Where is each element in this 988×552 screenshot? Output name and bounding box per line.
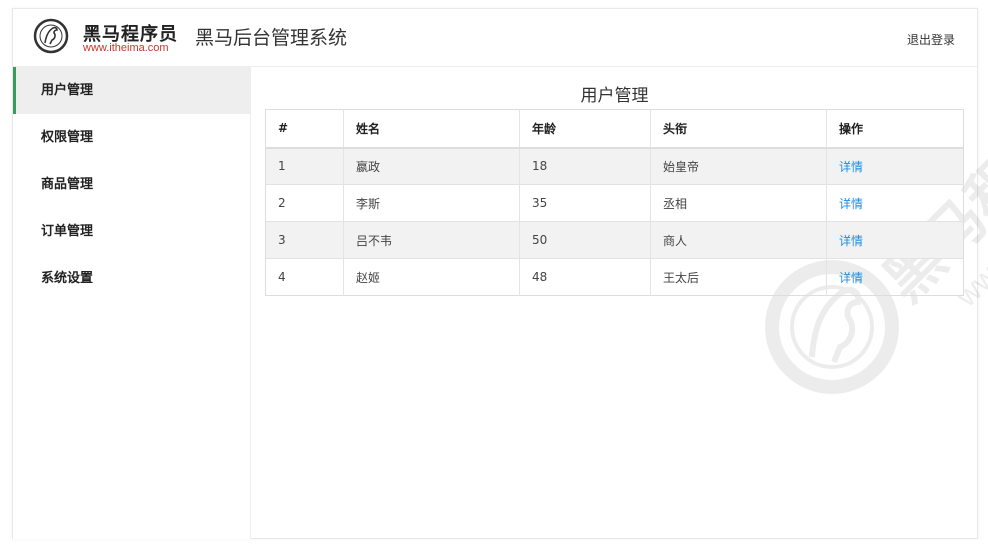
cell-name: 赵姬 xyxy=(343,258,520,296)
cell-name: 嬴政 xyxy=(343,147,520,185)
column-header-name: 姓名 xyxy=(343,109,520,149)
cell-index: 1 xyxy=(265,147,344,185)
cell-name: 李斯 xyxy=(343,184,520,222)
top-header: 黑马程序员 www.itheima.com 黑马后台管理系统 退出登录 xyxy=(13,9,977,67)
page-title: 用户管理 xyxy=(580,86,649,106)
column-header-action: 操作 xyxy=(826,109,964,149)
cell-title: 王太后 xyxy=(650,258,827,296)
column-header-index: # xyxy=(265,109,344,149)
table-row: 3 吕不韦 50 商人 详情 xyxy=(265,221,964,259)
user-table: # 姓名 年龄 头衔 操作 1 嬴政 18 始皇帝 详情 2 李斯 35 丞相 … xyxy=(265,109,964,296)
cell-title: 始皇帝 xyxy=(650,147,827,185)
sidebar-item-order-management[interactable]: 订单管理 xyxy=(13,208,250,255)
sidebar-item-permission-management[interactable]: 权限管理 xyxy=(13,114,250,161)
app-window: 黑马程序员 www.itheima.com 黑马后台管理系统 退出登录 用户管理… xyxy=(12,8,988,539)
cell-action: 详情 xyxy=(826,147,964,185)
table-row: 4 赵姬 48 王太后 详情 xyxy=(265,258,964,296)
sidebar: 用户管理 权限管理 商品管理 订单管理 系统设置 xyxy=(13,67,251,539)
cell-action: 详情 xyxy=(826,221,964,259)
cell-title: 丞相 xyxy=(650,184,827,222)
brand-logo: 黑马程序员 www.itheima.com xyxy=(33,18,183,60)
table-row: 1 嬴政 18 始皇帝 详情 xyxy=(265,147,964,185)
detail-link[interactable]: 详情 xyxy=(839,271,863,285)
sidebar-item-system-settings[interactable]: 系统设置 xyxy=(13,255,250,302)
cell-index: 2 xyxy=(265,184,344,222)
main-content: 用户管理 黑马程序员 www.itheima.com # 姓名 年龄 头衔 操作 xyxy=(252,67,988,539)
column-header-title: 头衔 xyxy=(650,109,827,149)
cell-age: 50 xyxy=(519,221,651,259)
cell-index: 3 xyxy=(265,221,344,259)
detail-link[interactable]: 详情 xyxy=(839,160,863,174)
cell-action: 详情 xyxy=(826,184,964,222)
logout-link[interactable]: 退出登录 xyxy=(907,31,955,48)
cell-name: 吕不韦 xyxy=(343,221,520,259)
detail-link[interactable]: 详情 xyxy=(839,197,863,211)
cell-age: 48 xyxy=(519,258,651,296)
table-row: 2 李斯 35 丞相 详情 xyxy=(265,184,964,222)
detail-link[interactable]: 详情 xyxy=(839,234,863,248)
system-title: 黑马后台管理系统 xyxy=(195,27,348,49)
table-header-row: # 姓名 年龄 头衔 操作 xyxy=(265,109,964,149)
horse-logo-icon xyxy=(33,18,69,54)
column-header-age: 年龄 xyxy=(519,109,651,149)
cell-action: 详情 xyxy=(826,258,964,296)
sidebar-item-user-management[interactable]: 用户管理 xyxy=(13,67,250,114)
brand-url: www.itheima.com xyxy=(83,42,169,54)
cell-title: 商人 xyxy=(650,221,827,259)
sidebar-item-product-management[interactable]: 商品管理 xyxy=(13,161,250,208)
cell-age: 35 xyxy=(519,184,651,222)
cell-age: 18 xyxy=(519,147,651,185)
cell-index: 4 xyxy=(265,258,344,296)
